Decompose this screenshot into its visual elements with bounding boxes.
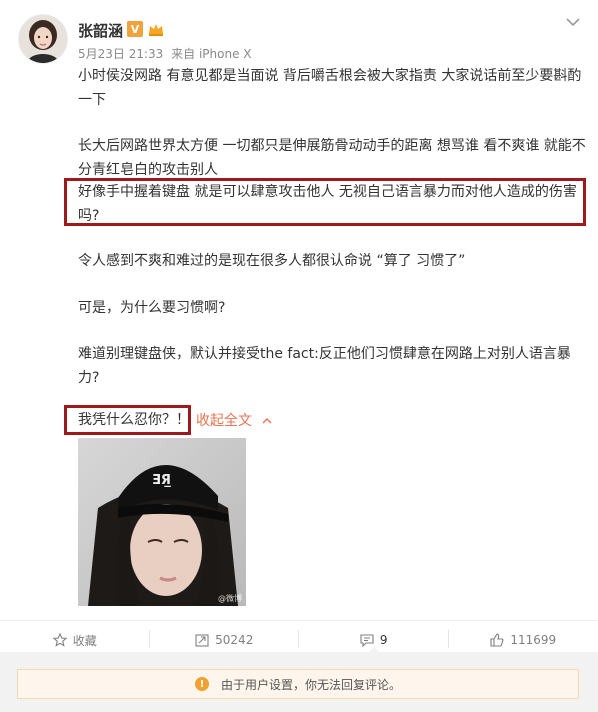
action-divider [448, 630, 449, 648]
chevron-down-icon[interactable] [564, 14, 582, 30]
repost-icon [195, 634, 209, 647]
star-icon [52, 633, 67, 647]
repost-button[interactable]: 50242 [150, 621, 300, 651]
post-paragraph: 长大后网路世界太方便 一切都只是伸展筋骨动动手的距离 想骂谁 看不爽谁 就能不分… [78, 138, 586, 178]
post-paragraph-highlighted: 我凭什么忍你？！ [78, 412, 190, 428]
avatar-image [19, 15, 67, 63]
favorite-button[interactable]: 收藏 [0, 621, 150, 651]
post-paragraph-highlighted: 好像手中握着键盘 就是可以肆意攻击他人 无视自己语言暴力而对他人造成的伤害吗? [78, 184, 577, 224]
post-source: 来自 iPhone X [171, 47, 252, 61]
svg-text:ƎЯ̲: ƎЯ̲ [152, 473, 171, 488]
warning-icon: ! [194, 677, 209, 691]
favorite-label: 收藏 [72, 633, 97, 648]
post-paragraph: 小时侯没网路 有意见都是当面说 背后嚼舌根会被大家指责 大家说话前至少要斟酌一下 [78, 68, 582, 108]
post-meta: 5月23日 21:33 来自 iPhone X [78, 45, 256, 62]
comment-count: 9 [379, 633, 388, 647]
post-time[interactable]: 5月23日 21:33 [78, 47, 163, 61]
like-button[interactable]: 111699 [449, 621, 598, 651]
comment-disabled-notice: ! 由于用户设置，你无法回复评论。 [17, 669, 579, 699]
post-paragraph: 难道别理键盘侠，默认并接受the fact:反正他们习惯肆意在网路上对别人语言暴… [78, 346, 571, 386]
avatar[interactable] [18, 14, 68, 64]
post-paragraph: 可是，为什么要习惯啊? [78, 300, 226, 316]
notice-text: 由于用户设置，你无法回复评论。 [220, 677, 401, 692]
image-watermark: @微博 [218, 594, 242, 603]
post-paragraph: 令人感到不爽和难过的是现在很多人都很认命说 “算了 习惯了” [78, 253, 466, 269]
post-image[interactable]: ƎЯ̲ @微博 [78, 438, 246, 606]
chevron-up-icon [262, 418, 272, 424]
portrait-image: ƎЯ̲ [78, 438, 246, 606]
action-divider [298, 630, 299, 648]
thumbs-up-icon [490, 633, 504, 647]
like-count: 111699 [510, 633, 557, 647]
comment-button[interactable]: 9 [299, 621, 449, 655]
member-crown-icon[interactable] [147, 20, 165, 38]
verified-badge-icon: V [127, 21, 143, 37]
collapse-label: 收起全文 [196, 413, 252, 429]
action-bar: 收藏 50242 9 111699 [0, 620, 598, 655]
weibo-post: 张韶涵 V 5月23日 21:33 来自 iPhone X 小时侯没网路 有意见… [0, 0, 598, 712]
collapse-toggle[interactable]: 收起全文 [196, 410, 272, 430]
action-divider [149, 630, 150, 648]
comment-area: ! 由于用户设置，你无法回复评论。 [0, 652, 598, 712]
repost-count: 50242 [215, 633, 254, 647]
username[interactable]: 张韶涵 [78, 20, 123, 41]
comment-icon [360, 634, 374, 647]
